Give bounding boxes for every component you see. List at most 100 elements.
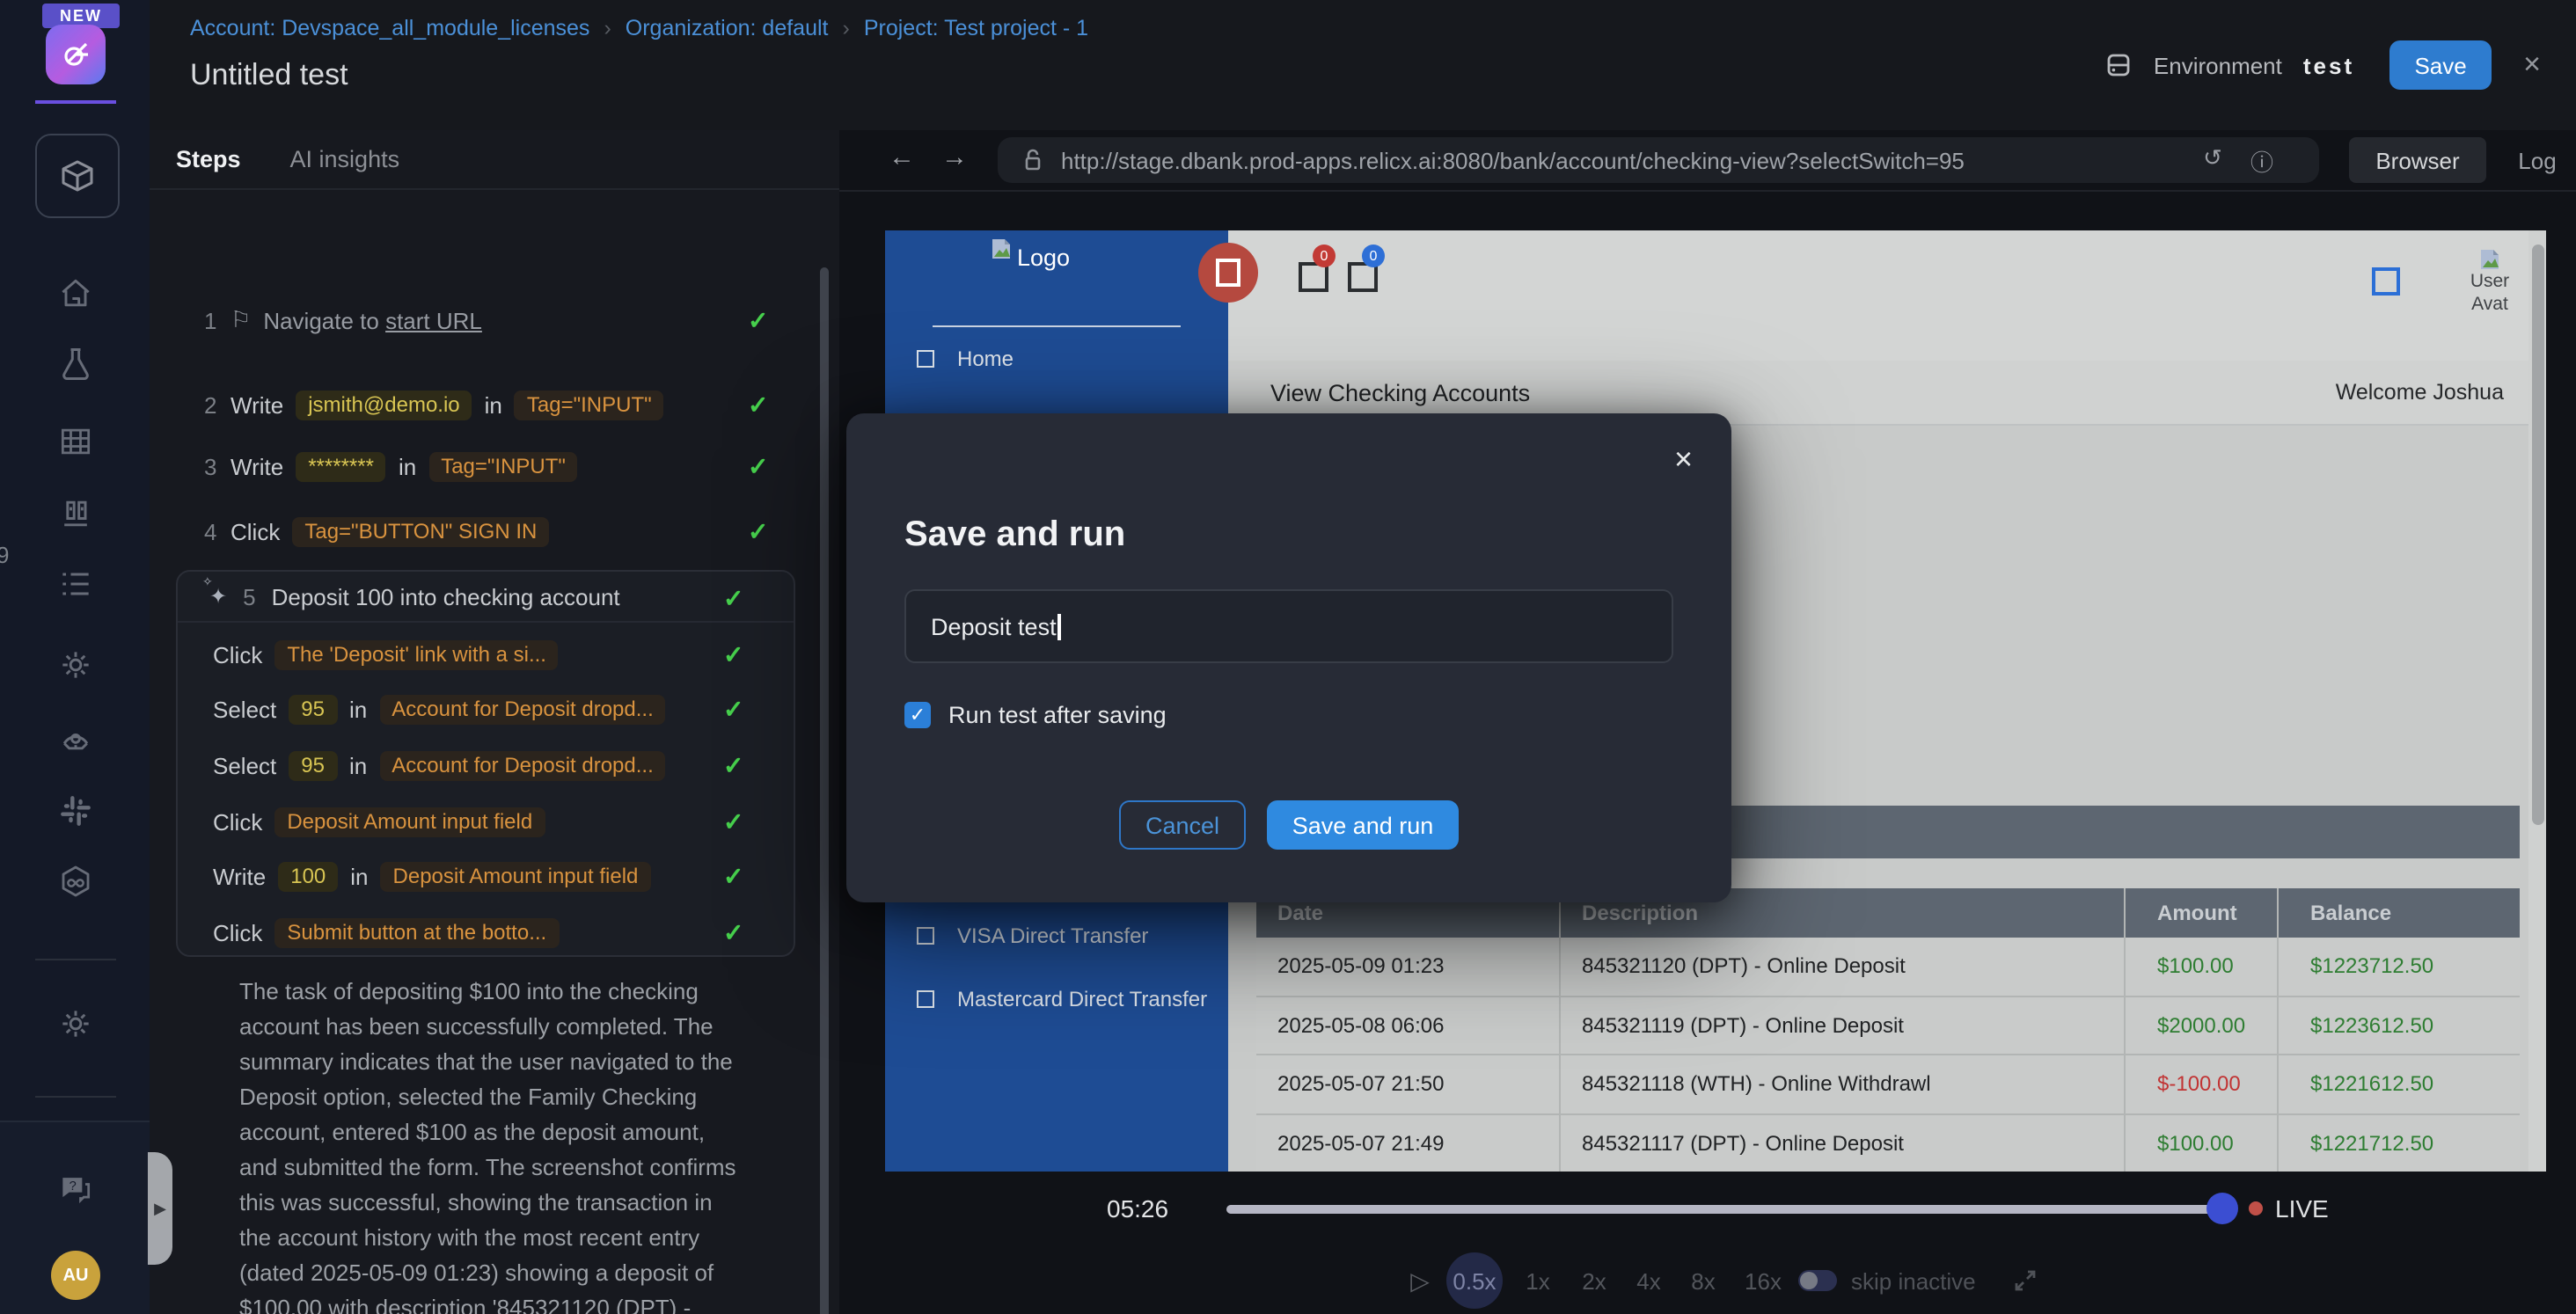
bank-nav-mastercard[interactable]: Mastercard Direct Transfer	[917, 987, 1207, 1011]
forward-icon[interactable]: →	[941, 142, 968, 172]
target-badge: Deposit Amount input field	[274, 807, 545, 836]
save-and-run-button[interactable]: Save and run	[1267, 800, 1459, 850]
sidebar-item-integrations[interactable]	[51, 858, 100, 908]
step-conj: in	[350, 863, 368, 889]
info-icon[interactable]: ⓘ	[2250, 143, 2273, 177]
test-name-input[interactable]: Deposit test	[904, 589, 1673, 663]
tab-ai-insights[interactable]: AI insights	[290, 146, 400, 172]
environment-label: Environment	[2154, 52, 2282, 78]
breadcrumb-organization[interactable]: Organization: default	[626, 16, 829, 40]
sidebar-item-settings[interactable]	[51, 999, 100, 1048]
save-button[interactable]: Save	[2389, 40, 2492, 90]
target-badge: Tag="INPUT"	[515, 390, 664, 420]
cube-icon	[56, 155, 99, 197]
bullet-square-icon	[917, 927, 934, 945]
speed-0.5x-button[interactable]: 0.5x	[1446, 1252, 1503, 1309]
chat-question-icon: ?	[56, 1170, 95, 1208]
fullscreen-icon[interactable]	[2011, 1256, 2039, 1305]
viewport-scrollbar[interactable]	[2528, 230, 2546, 1172]
start-url-link[interactable]: start URL	[385, 307, 482, 333]
bank-welcome-text: Welcome Joshua	[2336, 380, 2504, 405]
step-conj: in	[349, 752, 367, 778]
speed-4x-button[interactable]: 4x	[1628, 1256, 1670, 1305]
sidebar-item-support[interactable]	[51, 712, 100, 762]
tab-browser[interactable]: Browser	[2349, 137, 2486, 183]
breadcrumb-project[interactable]: Project: Test project - 1	[864, 16, 1088, 40]
substep-row[interactable]: Select 95 in Account for Deposit dropd..…	[213, 690, 776, 728]
toggle-knob	[1800, 1272, 1818, 1289]
sidebar-item-runs[interactable]	[51, 489, 100, 538]
sidebar-item-reports[interactable]	[51, 559, 100, 609]
target-badge: Account for Deposit dropd...	[379, 750, 666, 780]
run-after-saving-row[interactable]: ✓ Run test after saving	[904, 702, 1167, 728]
cancel-button[interactable]: Cancel	[1119, 800, 1246, 850]
speed-1x-button[interactable]: 1x	[1517, 1256, 1559, 1305]
checkbox-outline-icon[interactable]	[2372, 267, 2400, 296]
app-logo[interactable]	[46, 25, 106, 84]
step-action: Write	[231, 453, 283, 479]
bank-page-title: View Checking Accounts	[1270, 379, 1530, 405]
substep-row[interactable]: Select 95 in Account for Deposit dropd..…	[213, 746, 776, 785]
bank-nav-visa[interactable]: VISA Direct Transfer	[917, 923, 1148, 948]
modal-close-icon[interactable]: ×	[1674, 442, 1693, 478]
record-button[interactable]	[1198, 243, 1258, 303]
headset-icon	[56, 718, 95, 756]
tab-log[interactable]: Log	[2507, 137, 2567, 183]
sidebar-item-experiments[interactable]	[51, 339, 100, 389]
panel-expand-handle[interactable]: ▶	[148, 1152, 172, 1265]
step-action: Select	[213, 696, 276, 722]
step-row-3[interactable]: 3 Write ******** in Tag="INPUT" ✓	[204, 447, 802, 485]
environment-value[interactable]: test	[2303, 52, 2354, 78]
play-button[interactable]: ▷	[1402, 1256, 1438, 1305]
step-group-header[interactable]: ✦✧ 5 Deposit 100 into checking account	[178, 572, 794, 623]
substep-row[interactable]: Click Submit button at the botto... ✓	[213, 913, 776, 952]
bullet-square-icon	[917, 990, 934, 1008]
target-badge: Tag="BUTTON" SIGN IN	[292, 516, 549, 546]
substep-row[interactable]: Click The 'Deposit' link with a si... ✓	[213, 635, 776, 674]
step-row-4[interactable]: 4 Click Tag="BUTTON" SIGN IN ✓	[204, 512, 802, 551]
sidebar-item-config[interactable]	[51, 640, 100, 690]
url-text[interactable]: http://stage.dbank.prod-apps.relicx.ai:8…	[1061, 147, 1965, 173]
user-avatar[interactable]: AU	[51, 1251, 100, 1300]
speed-8x-button[interactable]: 8x	[1682, 1256, 1724, 1305]
check-icon: ✓	[723, 861, 743, 891]
stop-square-icon	[1216, 259, 1240, 287]
step-row-1[interactable]: 1 ⚐ Navigate to start URL ✓	[204, 301, 802, 339]
steps-scrollbar[interactable]	[820, 267, 829, 1314]
skip-inactive-toggle[interactable]	[1798, 1270, 1837, 1291]
sparkle-icon: ✦✧	[209, 584, 227, 609]
substep-row[interactable]: Write 100 in Deposit Amount input field …	[213, 857, 776, 895]
breadcrumb-account[interactable]: Account: Devspace_all_module_licenses	[190, 16, 589, 40]
checkbox-label: Run test after saving	[948, 702, 1167, 728]
check-icon: ✓	[723, 750, 743, 780]
sidebar-item-suites[interactable]	[51, 417, 100, 466]
sidebar-item-slack[interactable]	[51, 786, 100, 836]
substep-row[interactable]: Click Deposit Amount input field ✓	[213, 802, 776, 841]
checkbox-checked-icon[interactable]: ✓	[904, 702, 931, 728]
timeline-slider[interactable]	[1226, 1205, 2212, 1214]
user-avatar-broken-image[interactable]: User Avat	[2455, 248, 2525, 317]
live-dot	[2249, 1201, 2263, 1215]
value-badge: 100	[278, 861, 338, 891]
refresh-icon[interactable]: ↺	[2203, 143, 2222, 177]
step-number: 1	[204, 307, 218, 333]
close-icon[interactable]: ×	[2523, 47, 2541, 83]
tab-steps[interactable]: Steps	[176, 146, 241, 172]
value-badge: jsmith@demo.io	[296, 390, 472, 420]
sidebar-item-home[interactable]	[51, 269, 100, 318]
help-chat-button[interactable]: ?	[51, 1164, 100, 1214]
url-bar[interactable]: http://stage.dbank.prod-apps.relicx.ai:8…	[998, 137, 2319, 183]
step-row-2[interactable]: 2 Write jsmith@demo.io in Tag="INPUT" ✓	[204, 385, 802, 424]
sidebar-item-tests-active[interactable]	[35, 134, 120, 218]
timeline-handle[interactable]	[2206, 1193, 2238, 1224]
home-icon	[56, 274, 95, 313]
check-icon: ✓	[723, 584, 743, 614]
step-action: Click	[231, 518, 280, 544]
pen-icon	[60, 39, 91, 70]
bank-nav-home[interactable]: Home	[917, 347, 1014, 371]
value-badge: ********	[296, 451, 386, 481]
speed-16x-button[interactable]: 16x	[1737, 1256, 1789, 1305]
speed-2x-button[interactable]: 2x	[1573, 1256, 1615, 1305]
back-icon[interactable]: ←	[889, 142, 915, 172]
bank-logo-broken-image[interactable]: Logo	[991, 245, 1070, 271]
